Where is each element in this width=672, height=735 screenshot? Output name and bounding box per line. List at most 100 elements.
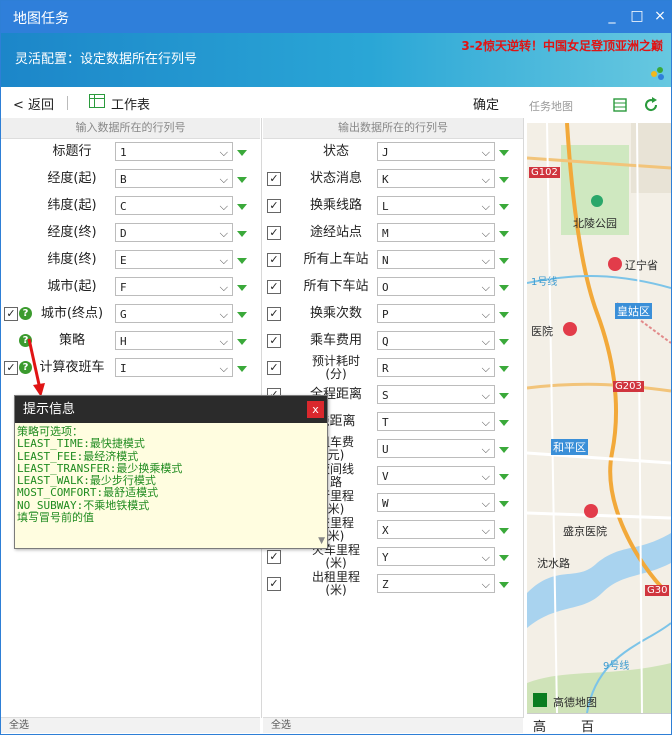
select-value: I (120, 362, 127, 375)
column-select[interactable]: H ⌵ (115, 331, 233, 350)
tab-gaode[interactable]: 高 (533, 716, 546, 734)
settings-row: 经度(终) D ⌵ (1, 220, 260, 247)
right-select-all[interactable]: 全选 (263, 717, 523, 733)
column-select[interactable]: W ⌵ (377, 493, 495, 512)
row-label: 纬度(终) (47, 252, 97, 267)
tab-baidu[interactable]: 百 (581, 716, 594, 734)
row-label: 状态 (322, 144, 349, 159)
row-checkbox[interactable]: ✓ (267, 334, 281, 348)
row-checkbox[interactable]: ✓ (267, 253, 281, 267)
row-checkbox[interactable]: ✓ (267, 172, 281, 186)
dropdown-triangle-icon[interactable] (237, 366, 247, 372)
column-select[interactable]: B ⌵ (115, 169, 233, 188)
column-select[interactable]: P ⌵ (377, 304, 495, 323)
dropdown-triangle-icon[interactable] (237, 312, 247, 318)
column-select[interactable]: M ⌵ (377, 223, 495, 242)
dropdown-triangle-icon[interactable] (499, 555, 509, 561)
back-button[interactable]: < 返回 (13, 94, 54, 113)
title-bar: 地图任务 _ □ × (1, 1, 671, 33)
column-select[interactable]: K ⌵ (377, 169, 495, 188)
column-select[interactable]: F ⌵ (115, 277, 233, 296)
column-select[interactable]: Q ⌵ (377, 331, 495, 350)
layers-icon[interactable] (613, 98, 627, 112)
row-checkbox[interactable]: ✓ (267, 550, 281, 564)
column-select[interactable]: O ⌵ (377, 277, 495, 296)
row-checkbox[interactable]: ✓ (267, 280, 281, 294)
dropdown-triangle-icon[interactable] (499, 393, 509, 399)
left-select-all[interactable]: 全选 (1, 717, 260, 733)
dropdown-triangle-icon[interactable] (237, 231, 247, 237)
row-checkbox[interactable]: ✓ (267, 577, 281, 591)
map-attribution: 高德地图 (553, 696, 597, 709)
column-select[interactable]: C ⌵ (115, 196, 233, 215)
maximize-button[interactable]: □ (628, 7, 646, 25)
dropdown-triangle-icon[interactable] (499, 420, 509, 426)
dropdown-triangle-icon[interactable] (237, 204, 247, 210)
dropdown-triangle-icon[interactable] (499, 204, 509, 210)
column-select[interactable]: L ⌵ (377, 196, 495, 215)
row-checkbox[interactable]: ✓ (267, 226, 281, 240)
dropdown-triangle-icon[interactable] (237, 177, 247, 183)
column-select[interactable]: R ⌵ (377, 358, 495, 377)
column-select[interactable]: G ⌵ (115, 304, 233, 323)
column-select[interactable]: D ⌵ (115, 223, 233, 242)
dropdown-triangle-icon[interactable] (499, 501, 509, 507)
column-select[interactable]: S ⌵ (377, 385, 495, 404)
dropdown-triangle-icon[interactable] (499, 285, 509, 291)
worksheet-button[interactable]: 工作表 (111, 94, 150, 113)
chevron-down-icon: ⌵ (481, 146, 490, 159)
minimize-button[interactable]: _ (603, 7, 621, 25)
dropdown-triangle-icon[interactable] (499, 177, 509, 183)
column-select[interactable]: X ⌵ (377, 520, 495, 539)
dropdown-triangle-icon[interactable] (237, 285, 247, 291)
row-checkbox[interactable]: ✓ (267, 199, 281, 213)
column-select[interactable]: Z ⌵ (377, 574, 495, 593)
column-select[interactable]: N ⌵ (377, 250, 495, 269)
chevron-down-icon: ⌵ (481, 443, 490, 456)
dropdown-triangle-icon[interactable] (499, 447, 509, 453)
dropdown-triangle-icon[interactable] (499, 474, 509, 480)
row-label: 途经站点 (309, 225, 362, 240)
row-label: 标题行 (52, 144, 92, 159)
dropdown-triangle-icon[interactable] (499, 258, 509, 264)
close-button[interactable]: × (651, 7, 669, 25)
row-checkbox[interactable]: ✓ (4, 307, 18, 321)
dropdown-triangle-icon[interactable] (499, 339, 509, 345)
dropdown-triangle-icon[interactable] (499, 231, 509, 237)
dropdown-triangle-icon[interactable] (237, 258, 247, 264)
dropdown-triangle-icon[interactable] (499, 582, 509, 588)
chevron-down-icon: ⌵ (481, 335, 490, 348)
confirm-button[interactable]: 确定 (473, 94, 499, 113)
column-select[interactable]: 1 ⌵ (115, 142, 233, 161)
column-select[interactable]: V ⌵ (377, 466, 495, 485)
task-map[interactable]: G102 北陵公园 辽宁省 1号线 皇姑区 医院 G203 和平区 盛京医院 沈… (527, 123, 671, 713)
column-select[interactable]: E ⌵ (115, 250, 233, 269)
row-label: 所有下车站 (303, 279, 369, 294)
column-select[interactable]: U ⌵ (377, 439, 495, 458)
chevron-down-icon: ⌵ (219, 281, 228, 294)
dropdown-triangle-icon[interactable] (237, 339, 247, 345)
news-link[interactable]: 3-2惊天逆转！中国女足登顶亚洲之巅 (461, 37, 663, 54)
dropdown-triangle-icon[interactable] (237, 150, 247, 156)
map-label: 和平区 (551, 439, 588, 455)
row-checkbox[interactable]: ✓ (4, 361, 18, 375)
column-select[interactable]: T ⌵ (377, 412, 495, 431)
row-label: 经度(终) (47, 225, 97, 240)
column-select[interactable]: Y ⌵ (377, 547, 495, 566)
dropdown-triangle-icon[interactable] (499, 312, 509, 318)
column-select[interactable]: J ⌵ (377, 142, 495, 161)
select-value: C (120, 200, 127, 213)
dropdown-triangle-icon[interactable] (499, 528, 509, 534)
dropdown-triangle-icon[interactable] (499, 150, 509, 156)
row-checkbox[interactable]: ✓ (267, 361, 281, 375)
map-label: 9号线 (603, 661, 630, 672)
worksheet-icon (89, 94, 105, 108)
chevron-down-icon: ⌵ (481, 524, 490, 537)
chevron-down-icon: ⌵ (219, 146, 228, 159)
row-checkbox[interactable]: ✓ (267, 307, 281, 321)
tooltip-scroll-icon[interactable]: ▼ (318, 536, 325, 546)
tooltip-close-button[interactable]: x (307, 401, 324, 418)
dropdown-triangle-icon[interactable] (499, 366, 509, 372)
column-select[interactable]: I ⌵ (115, 358, 233, 377)
refresh-icon[interactable] (643, 97, 659, 113)
